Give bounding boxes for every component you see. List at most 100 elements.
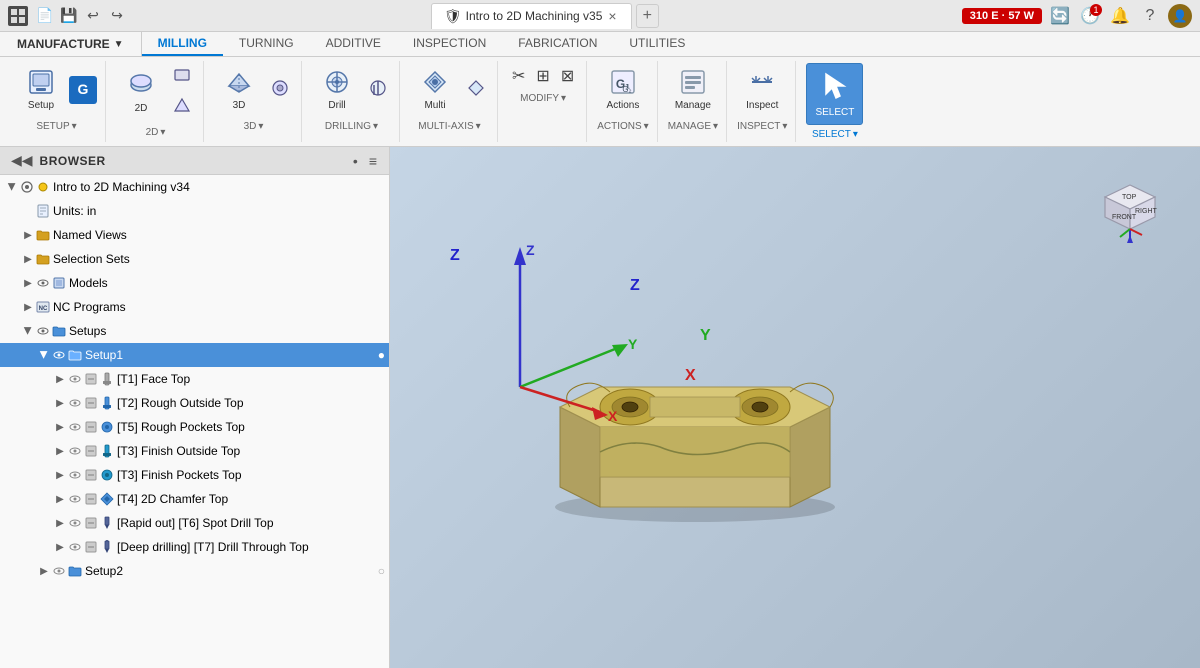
2d-sub2-button[interactable]	[169, 94, 195, 123]
root-arrow[interactable]: ▶	[4, 179, 20, 195]
tree-nc-programs[interactable]: ▶ NC NC Programs	[0, 295, 389, 319]
browser-dot-button[interactable]: •	[349, 152, 362, 170]
viewcube[interactable]: FRONT RIGHT TOP	[1090, 167, 1170, 247]
modify-remove-button[interactable]: ⊠	[557, 63, 578, 89]
selection-sets-arrow[interactable]: ▶	[20, 251, 36, 267]
modify-cut-button[interactable]: ✂	[508, 63, 529, 89]
setup2-arrow[interactable]: ▶	[36, 563, 52, 579]
chamfer-arrow[interactable]: ▶	[52, 491, 68, 507]
tab-milling[interactable]: MILLING	[142, 32, 223, 56]
op-eye-icon	[68, 516, 82, 530]
manage-dropdown-icon: ▾	[713, 121, 718, 132]
drilling-button[interactable]: Drill	[312, 63, 362, 117]
inspect-button[interactable]: Inspect	[737, 63, 787, 117]
tree-selection-sets[interactable]: ▶ Selection Sets	[0, 247, 389, 271]
tree-root[interactable]: ▶ Intro to 2D Machining v34	[0, 175, 389, 199]
g-code-button[interactable]: G	[69, 76, 97, 104]
badge-button[interactable]: 310 E · 57 W	[962, 8, 1042, 24]
tab-fabrication[interactable]: FABRICATION	[502, 32, 613, 56]
2d-label: 2D	[135, 103, 148, 115]
op-sim-icon	[84, 420, 98, 434]
tree-models[interactable]: ▶ Models	[0, 271, 389, 295]
tree-op-rough-outside[interactable]: ▶ [T2] Rough Outside Top	[0, 391, 389, 415]
tree-setups[interactable]: ▶ Setups	[0, 319, 389, 343]
rough-outside-arrow[interactable]: ▶	[52, 395, 68, 411]
drilling-group-label[interactable]: DRILLING ▾	[325, 121, 378, 132]
viewport[interactable]: Z Z Y X Z Y X	[390, 147, 1200, 668]
rough-outside-label: [T2] Rough Outside Top	[114, 396, 385, 410]
tab-additive[interactable]: ADDITIVE	[310, 32, 397, 56]
ribbon-group-setup: Setup G SETUP ▾	[8, 61, 106, 142]
drill-through-arrow[interactable]: ▶	[52, 539, 68, 555]
tree-op-chamfer[interactable]: ▶ [T4] 2D Chamfer Top	[0, 487, 389, 511]
browser-lines-button[interactable]: ≡	[365, 152, 381, 170]
2d-sub1-button[interactable]	[169, 63, 195, 92]
notifications-icon[interactable]: 🔔	[1108, 4, 1132, 28]
2d-button[interactable]: 2D	[116, 66, 166, 120]
finish-pockets-arrow[interactable]: ▶	[52, 467, 68, 483]
multiaxis-sub-button[interactable]	[463, 76, 489, 105]
tree-op-finish-pockets[interactable]: ▶ [T3] Finish Pockets Top	[0, 463, 389, 487]
multiaxis-button[interactable]: Multi	[410, 63, 460, 117]
op-sim-icon	[84, 516, 98, 530]
select-button[interactable]: SELECT	[806, 63, 863, 125]
3d-buttons: 3D	[214, 63, 293, 117]
tab-turning[interactable]: TURNING	[223, 32, 310, 56]
svg-text:NC: NC	[39, 306, 48, 312]
tree-op-face-top[interactable]: ▶ [T1] Face Top	[0, 367, 389, 391]
multiaxis-group-label[interactable]: MULTI-AXIS ▾	[418, 121, 480, 132]
tree-op-drill-through[interactable]: ▶ [Deep drilling] [T7] Drill Through Top	[0, 535, 389, 559]
drilling-dropdown-icon: ▾	[373, 121, 378, 132]
3d-button[interactable]: 3D	[214, 63, 264, 117]
op-sim-icon	[84, 492, 98, 506]
actions-group-label[interactable]: ACTIONS ▾	[597, 121, 648, 132]
spot-drill-arrow[interactable]: ▶	[52, 515, 68, 531]
close-tab-button[interactable]: ×	[606, 8, 618, 24]
manufacture-button[interactable]: MANUFACTURE ▼	[8, 32, 133, 56]
setups-arrow[interactable]: ▶	[20, 323, 36, 339]
active-tab[interactable]: 🛡 Intro to 2D Machining v35 ×	[431, 3, 632, 29]
redo-button[interactable]: ↪	[106, 5, 128, 27]
rough-outside-icons	[68, 396, 114, 410]
setup-group-label[interactable]: SETUP ▾	[36, 121, 76, 132]
select-group-label[interactable]: SELECT ▾	[812, 129, 858, 140]
refresh-icon[interactable]: 🔄	[1048, 4, 1072, 28]
help-icon[interactable]: ?	[1138, 4, 1162, 28]
3d-sub-button[interactable]	[267, 76, 293, 105]
modify-group-label[interactable]: MODIFY ▾	[520, 93, 566, 104]
manage-button[interactable]: Manage	[668, 63, 718, 117]
modify-add-button[interactable]: ⊞	[532, 63, 553, 89]
actions-play-button[interactable]: G₁G₂ Actions	[598, 63, 648, 117]
manage-group-label[interactable]: MANAGE ▾	[668, 121, 718, 132]
setup-button[interactable]: Setup	[16, 63, 66, 117]
new-tab-button[interactable]: +	[636, 4, 659, 28]
save-button[interactable]: 💾	[58, 5, 80, 27]
tree-op-finish-outside[interactable]: ▶ [T3] Finish Outside Top	[0, 439, 389, 463]
clock-icon[interactable]: 🕐 1	[1078, 4, 1102, 28]
browser-back-button[interactable]: ◀◀	[8, 151, 36, 170]
user-avatar[interactable]: 👤	[1168, 4, 1192, 28]
finish-outside-label: [T3] Finish Outside Top	[114, 444, 385, 458]
finish-outside-arrow[interactable]: ▶	[52, 443, 68, 459]
tree-setup2[interactable]: ▶ Setup2 ○	[0, 559, 389, 583]
face-top-arrow[interactable]: ▶	[52, 371, 68, 387]
models-arrow[interactable]: ▶	[20, 275, 36, 291]
tree-op-rough-pockets[interactable]: ▶ [T5] Rough Pockets Top	[0, 415, 389, 439]
named-views-arrow[interactable]: ▶	[20, 227, 36, 243]
tab-utilities[interactable]: UTILITIES	[613, 32, 701, 56]
inspect-group-label[interactable]: INSPECT ▾	[737, 121, 787, 132]
tree-setup1[interactable]: ▶ Setup1 ●	[0, 343, 389, 367]
nc-programs-arrow[interactable]: ▶	[20, 299, 36, 315]
tab-inspection[interactable]: INSPECTION	[397, 32, 502, 56]
file-button[interactable]: 📄	[34, 5, 56, 27]
tree-op-spot-drill[interactable]: ▶ [Rapid out] [T6] Spot Drill Top	[0, 511, 389, 535]
setup1-arrow[interactable]: ▶	[36, 347, 52, 363]
drilling-sub-button[interactable]	[365, 76, 391, 105]
undo-button[interactable]: ↩	[82, 5, 104, 27]
named-views-icons	[36, 228, 50, 242]
tree-named-views[interactable]: ▶ Named Views	[0, 223, 389, 247]
rough-pockets-arrow[interactable]: ▶	[52, 419, 68, 435]
tree-units[interactable]: ▶ Units: in	[0, 199, 389, 223]
3d-group-label[interactable]: 3D ▾	[244, 121, 264, 132]
2d-group-label[interactable]: 2D ▾	[146, 127, 166, 138]
